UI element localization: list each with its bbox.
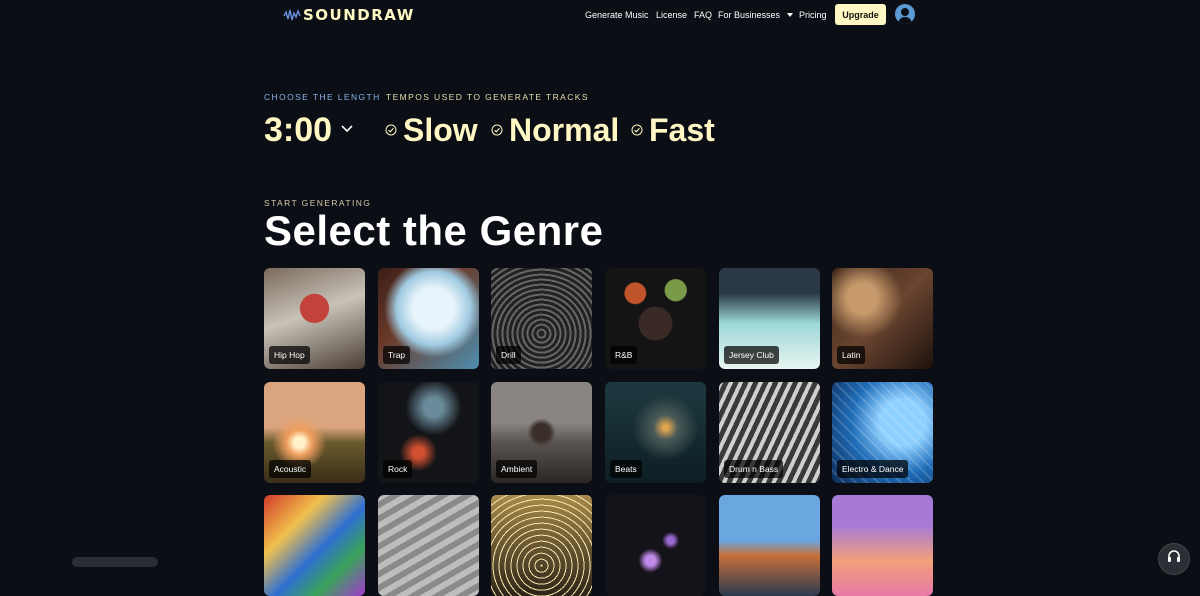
brand-name: SOUNDRAW xyxy=(303,6,415,24)
tempo-slow-label: Slow xyxy=(403,111,478,148)
soundraw-logo[interactable]: SOUNDRAW xyxy=(283,6,415,24)
genre-card-jersey-club[interactable]: Jersey Club xyxy=(719,268,820,369)
genre-label: Ambient xyxy=(496,460,538,478)
chevron-down-icon xyxy=(787,13,794,17)
genre-label: R&B xyxy=(610,346,638,364)
genre-card[interactable] xyxy=(264,495,365,596)
nav-license[interactable]: License xyxy=(656,0,687,30)
genre-card-beats[interactable]: Beats xyxy=(605,382,706,483)
genre-card-rnb[interactable]: R&B xyxy=(605,268,706,369)
genre-label: Acoustic xyxy=(269,460,312,478)
genre-card-ambient[interactable]: Ambient xyxy=(491,382,592,483)
genre-label: Rock xyxy=(383,460,413,478)
check-circle-icon xyxy=(491,124,503,136)
genre-card-trap[interactable]: Trap xyxy=(378,268,479,369)
genre-card-electro-dance[interactable]: Electro & Dance xyxy=(832,382,933,483)
genre-label: Beats xyxy=(610,460,642,478)
genre-title: Select the Genre xyxy=(264,207,604,254)
genre-label: Trap xyxy=(383,346,411,364)
nav-for-businesses[interactable]: For Businesses xyxy=(718,0,794,30)
genre-card-rock[interactable]: Rock xyxy=(378,382,479,483)
genre-label: Drum n Bass xyxy=(724,460,784,478)
nav-faq[interactable]: FAQ xyxy=(694,0,712,30)
genre-label: Electro & Dance xyxy=(837,460,909,478)
tempo-slow-toggle[interactable]: Slow xyxy=(385,108,478,152)
logo-wave-icon xyxy=(283,8,301,21)
top-nav: SOUNDRAW Generate Music License FAQ For … xyxy=(0,0,1200,30)
tempo-normal-label: Normal xyxy=(509,111,620,148)
genre-card-hip-hop[interactable]: Hip Hop xyxy=(264,268,365,369)
bottom-player-bar[interactable] xyxy=(72,557,158,567)
genre-card-drum-n-bass[interactable]: Drum n Bass xyxy=(719,382,820,483)
genre-card[interactable] xyxy=(605,495,706,596)
genre-card[interactable] xyxy=(719,495,820,596)
genre-label: Jersey Club xyxy=(724,346,779,364)
user-avatar-icon[interactable] xyxy=(895,4,915,24)
tempos-label: TEMPOS USED TO GENERATE TRACKS xyxy=(386,92,589,102)
genre-label: Latin xyxy=(837,346,866,364)
tempo-fast-toggle[interactable]: Fast xyxy=(631,108,715,152)
support-button[interactable] xyxy=(1158,543,1190,575)
genre-card-drill[interactable]: Drill xyxy=(491,268,592,369)
genre-label: Hip Hop xyxy=(269,346,310,364)
genre-card[interactable] xyxy=(832,495,933,596)
nav-generate-music[interactable]: Generate Music xyxy=(585,0,649,30)
genre-label: Drill xyxy=(496,346,521,364)
length-value[interactable]: 3:00 xyxy=(264,108,332,152)
genre-card[interactable] xyxy=(491,495,592,596)
check-circle-icon xyxy=(385,124,397,136)
headset-icon xyxy=(1168,550,1180,562)
upgrade-button[interactable]: Upgrade xyxy=(835,4,886,25)
length-label: CHOOSE THE LENGTH xyxy=(264,92,381,102)
length-chevron-down-icon[interactable] xyxy=(340,122,354,136)
genre-card-acoustic[interactable]: Acoustic xyxy=(264,382,365,483)
genre-card[interactable] xyxy=(378,495,479,596)
tempo-fast-label: Fast xyxy=(649,111,715,148)
genre-card-latin[interactable]: Latin xyxy=(832,268,933,369)
check-circle-icon xyxy=(631,124,643,136)
tempo-normal-toggle[interactable]: Normal xyxy=(491,108,619,152)
nav-pricing[interactable]: Pricing xyxy=(799,0,827,30)
